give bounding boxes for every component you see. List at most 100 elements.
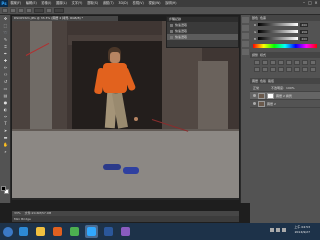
history-step-icon: [170, 35, 173, 39]
visibility-eye-icon[interactable]: [253, 102, 256, 105]
color-slider[interactable]: [258, 37, 299, 40]
eyedropper-tool-icon[interactable]: ✒: [1, 51, 10, 57]
layer-mask-thumbnail[interactable]: [267, 92, 274, 99]
visibility-eye-icon[interactable]: [253, 94, 256, 97]
tab-paths[interactable]: 路徑: [268, 78, 274, 84]
menu-item[interactable]: 編輯(E): [23, 0, 39, 7]
paragraph-panel-icon[interactable]: [242, 49, 249, 55]
tab-channels[interactable]: 色版: [260, 78, 266, 84]
add-selection-icon[interactable]: [18, 8, 24, 13]
color-value-field[interactable]: 200: [300, 36, 309, 41]
lasso-tool-icon[interactable]: ➰: [1, 30, 10, 36]
right-panel-dock: 顏色 色票 R 200 G 200 B 200 調整 樣式 圖層 色版 路徑 正常 不透明…: [250, 15, 320, 223]
volume-icon[interactable]: [276, 228, 280, 232]
tab-layers[interactable]: 圖層: [252, 78, 258, 84]
history-panel-icon[interactable]: [242, 17, 249, 23]
ie-taskbar-icon[interactable]: [17, 225, 30, 238]
pen-tool-icon[interactable]: ✑: [1, 114, 10, 120]
mini-bridge-tab[interactable]: Mini Bridge: [12, 216, 239, 222]
media-taskbar-icon[interactable]: [51, 225, 64, 238]
layer-row[interactable]: 圖層 2: [250, 100, 320, 108]
adjustment-icon[interactable]: [302, 60, 308, 65]
history-brush-tool-icon[interactable]: ↺: [1, 79, 10, 85]
refine-edge-button[interactable]: [54, 8, 64, 13]
ime-icon[interactable]: [282, 228, 286, 232]
app-taskbar-icon[interactable]: [119, 225, 132, 238]
menu-item[interactable]: 圖層(L): [54, 0, 69, 7]
menu-item[interactable]: 3D(D): [116, 0, 130, 7]
adjustment-icon[interactable]: [286, 67, 292, 72]
tab-adjustments[interactable]: 調整: [252, 52, 258, 58]
type-tool-icon[interactable]: T: [1, 121, 10, 127]
menu-item[interactable]: 選取(S): [85, 0, 101, 7]
zoom-tool-icon[interactable]: ⌕: [1, 149, 10, 155]
color-slider[interactable]: [258, 23, 299, 26]
history-item[interactable]: 快速選取: [167, 34, 238, 40]
color-spectrum-bar[interactable]: [253, 44, 317, 48]
quick-selection-tool-icon[interactable]: ✎: [1, 37, 10, 43]
opacity-field[interactable]: 100%: [286, 86, 295, 90]
network-icon[interactable]: [270, 228, 274, 232]
color-value-field[interactable]: 200: [300, 22, 309, 27]
photoshop-taskbar-icon[interactable]: [85, 225, 98, 238]
hand-tool-icon[interactable]: ✋: [1, 142, 10, 148]
start-button[interactable]: [3, 226, 13, 237]
color-channel-label: R: [254, 22, 257, 27]
foreground-color-swatch[interactable]: [1, 186, 6, 191]
dodge-tool-icon[interactable]: ◐: [1, 107, 10, 113]
menu-item[interactable]: 影像(I): [39, 0, 54, 7]
menu-item[interactable]: 檢視(V): [130, 0, 146, 7]
tab-styles[interactable]: 樣式: [260, 52, 266, 58]
adjustment-icon[interactable]: [270, 60, 276, 65]
layer-name[interactable]: 圖層 2 拷貝: [276, 94, 292, 98]
menu-item[interactable]: 說明(H): [163, 0, 179, 7]
color-slider[interactable]: [258, 30, 299, 33]
chrome-taskbar-icon[interactable]: [68, 225, 81, 238]
clone-stamp-tool-icon[interactable]: ⚇: [1, 72, 10, 78]
menu-item[interactable]: 文字(Y): [69, 0, 85, 7]
adjustment-icon[interactable]: [270, 67, 276, 72]
adjustment-icon[interactable]: [310, 60, 316, 65]
subtract-selection-icon[interactable]: [26, 8, 32, 13]
adjustment-icon[interactable]: [302, 67, 308, 72]
close-button[interactable]: ×: [313, 0, 319, 6]
blur-tool-icon[interactable]: ●: [1, 100, 10, 106]
adjustment-icon[interactable]: [254, 67, 260, 72]
marquee-tool-icon[interactable]: ⬚: [1, 23, 10, 29]
move-tool-icon[interactable]: ✥: [1, 16, 10, 22]
new-selection-icon[interactable]: [10, 8, 16, 13]
adjustment-icon[interactable]: [286, 60, 292, 65]
color-value-field[interactable]: 200: [300, 29, 309, 34]
adjustment-icon[interactable]: [262, 60, 268, 65]
adjustment-icon[interactable]: [262, 67, 268, 72]
history-step-icon: [170, 23, 173, 27]
adjustment-icon[interactable]: [254, 60, 260, 65]
brush-size-picker[interactable]: [34, 8, 44, 13]
folder-taskbar-icon[interactable]: [34, 225, 47, 238]
eraser-tool-icon[interactable]: ▭: [1, 86, 10, 92]
character-panel-icon[interactable]: [242, 41, 249, 47]
brush-tool-icon[interactable]: ✏: [1, 65, 10, 71]
sample-all-layers-checkbox[interactable]: [46, 8, 52, 13]
adjustment-icon[interactable]: [310, 67, 316, 72]
properties-panel-icon[interactable]: [242, 33, 249, 39]
blend-mode-select[interactable]: 正常: [253, 86, 259, 90]
actions-panel-icon[interactable]: [242, 25, 249, 31]
word-taskbar-icon[interactable]: [102, 225, 115, 238]
layer-row[interactable]: 圖層 2 拷貝: [250, 92, 320, 100]
adjustment-icon[interactable]: [278, 60, 284, 65]
menu-item[interactable]: 視窗(W): [146, 0, 163, 7]
menu-item[interactable]: 檔案(F): [8, 0, 23, 7]
adjustment-icon[interactable]: [294, 67, 300, 72]
adjustment-icon[interactable]: [294, 60, 300, 65]
shape-tool-icon[interactable]: ▬: [1, 135, 10, 141]
taskbar-clock[interactable]: 上午 04:53 2014/9/27: [294, 225, 310, 235]
crop-tool-icon[interactable]: ⌗: [1, 44, 10, 50]
healing-brush-tool-icon[interactable]: ✚: [1, 58, 10, 64]
adjustment-icon[interactable]: [278, 67, 284, 72]
layer-name[interactable]: 圖層 2: [267, 102, 276, 106]
path-selection-tool-icon[interactable]: ➤: [1, 128, 10, 134]
menu-item[interactable]: 濾鏡(T): [100, 0, 116, 7]
tool-preset-icon[interactable]: [2, 8, 8, 13]
gradient-tool-icon[interactable]: ▤: [1, 93, 10, 99]
